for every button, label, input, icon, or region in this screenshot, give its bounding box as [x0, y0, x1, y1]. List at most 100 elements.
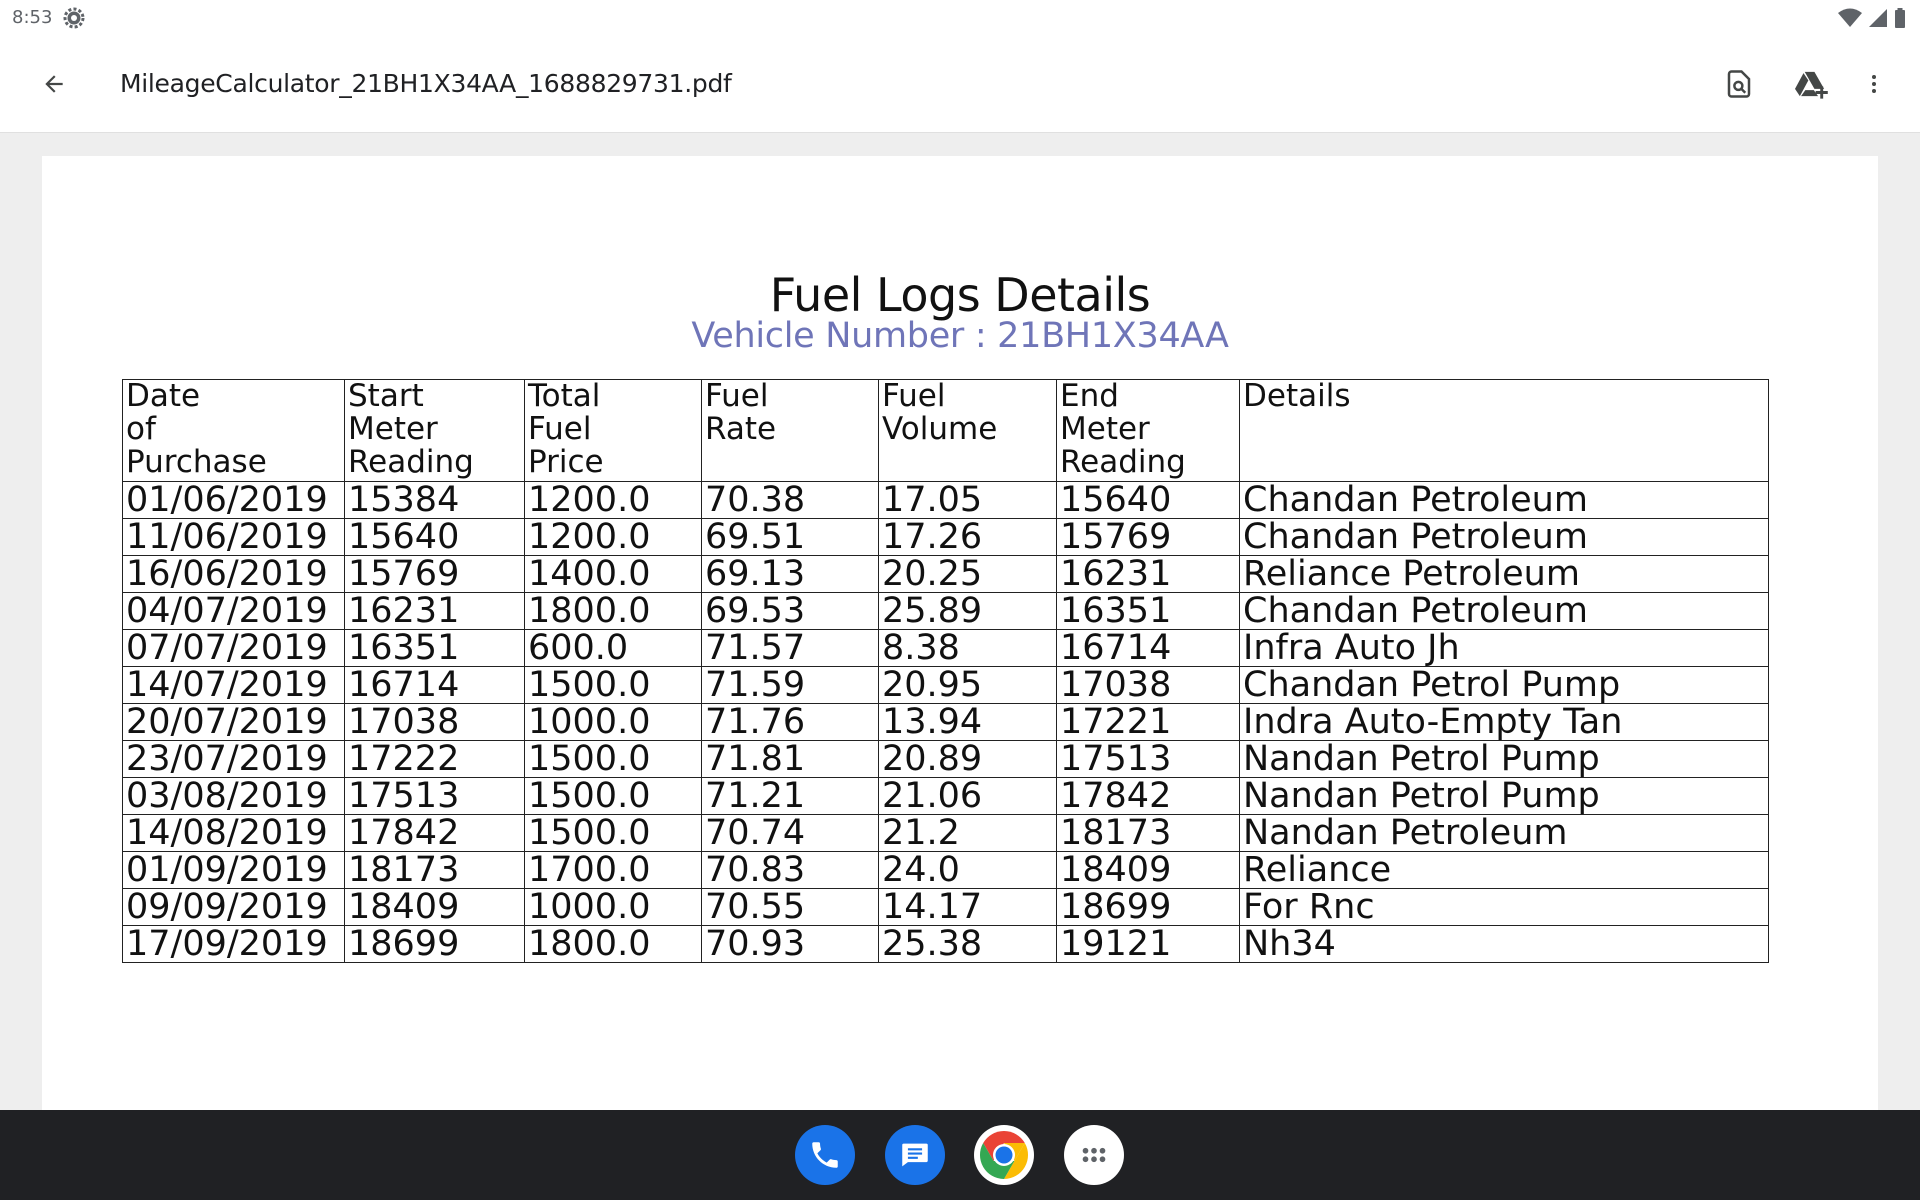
table-cell: Nandan Petrol Pump [1239, 777, 1769, 815]
find-in-document-icon [1727, 70, 1751, 98]
vehicle-number: Vehicle Number : 21BH1X34AA [691, 316, 1229, 356]
table-cell: Indra Auto-Empty Tan [1239, 703, 1769, 741]
table-cell: 20.89 [878, 740, 1057, 778]
table-cell: Chandan Petroleum [1239, 481, 1769, 519]
table-cell: 69.13 [701, 555, 879, 593]
table-cell: 11/06/2019 [122, 518, 345, 556]
table-cell: 14/07/2019 [122, 666, 345, 704]
table-cell: 1800.0 [524, 592, 702, 630]
table-cell: Nandan Petrol Pump [1239, 740, 1769, 778]
table-cell: 17038 [1056, 666, 1240, 704]
table-cell: 70.74 [701, 814, 879, 852]
table-cell: 25.38 [878, 925, 1057, 963]
table-cell: Chandan Petrol Pump [1239, 666, 1769, 704]
app-drawer-button[interactable] [1064, 1125, 1124, 1185]
table-cell: 70.93 [701, 925, 879, 963]
table-cell: 01/06/2019 [122, 481, 345, 519]
table-cell: 16231 [1056, 555, 1240, 593]
back-button[interactable] [32, 62, 76, 106]
table-cell: 1000.0 [524, 888, 702, 926]
document-title: MileageCalculator_21BH1X34AA_1688829731.… [120, 69, 732, 98]
table-cell: 17221 [1056, 703, 1240, 741]
table-cell: Chandan Petroleum [1239, 592, 1769, 630]
back-arrow-icon [45, 75, 63, 93]
table-cell: 20/07/2019 [122, 703, 345, 741]
table-cell: 17/09/2019 [122, 925, 345, 963]
table-row: 07/07/2019 16351 600.0 71.57 8.38 16714 Infra … [122, 629, 1769, 667]
table-cell: 1500.0 [524, 740, 702, 778]
add-to-drive-icon [1795, 71, 1828, 99]
table-cell: 600.0 [524, 629, 702, 667]
table-cell: 71.59 [701, 666, 879, 704]
app-bar: MileageCalculator_21BH1X34AA_1688829731.… [0, 36, 1920, 133]
table-row: 23/07/2019 17222 1500.0 71.81 20.89 17513 Nand… [122, 740, 1769, 778]
table-cell: 15769 [1056, 518, 1240, 556]
table-cell: 17038 [344, 703, 525, 741]
table-cell: 1200.0 [524, 481, 702, 519]
phone-icon [812, 1142, 838, 1168]
table-row: 01/09/2019 18173 1700.0 70.83 24.0 18409 Relia… [122, 851, 1769, 889]
table-cell: 03/08/2019 [122, 777, 345, 815]
table-cell: 21.2 [878, 814, 1057, 852]
table-cell: 24.0 [878, 851, 1057, 889]
table-row: 01/06/2019 15384 1200.0 70.38 17.05 15640 Chan… [122, 481, 1769, 519]
table-cell: 16714 [344, 666, 525, 704]
table-cell: 17842 [344, 814, 525, 852]
add-to-drive-button[interactable] [1788, 60, 1836, 108]
table-row: 14/08/2019 17842 1500.0 70.74 21.2 18173 Nanda… [122, 814, 1769, 852]
table-cell: 18173 [344, 851, 525, 889]
table-header-row: Date of Purchase Start Meter Reading Tot… [122, 379, 1769, 482]
fuel-log-table: Date of Purchase Start Meter Reading Tot… [122, 379, 1769, 963]
messages-icon [902, 1143, 928, 1167]
column-header: Start Meter Reading [344, 379, 525, 482]
table-cell: Nh34 [1239, 925, 1769, 963]
table-row: 14/07/2019 16714 1500.0 71.59 20.95 17038 Chan… [122, 666, 1769, 704]
more-options-button[interactable] [1850, 60, 1898, 108]
table-cell: 17222 [344, 740, 525, 778]
table-cell: 70.55 [701, 888, 879, 926]
table-cell: 04/07/2019 [122, 592, 345, 630]
column-header: Total Fuel Price [524, 379, 702, 482]
table-row: 16/06/2019 15769 1400.0 69.13 20.25 16231 Reli… [122, 555, 1769, 593]
table-cell: 70.83 [701, 851, 879, 889]
chrome-app-button[interactable] [974, 1125, 1034, 1185]
document-heading: Fuel Logs Details [769, 268, 1151, 322]
table-cell: 16/06/2019 [122, 555, 345, 593]
table-cell: 15769 [344, 555, 525, 593]
table-cell: Infra Auto Jh [1239, 629, 1769, 667]
table-cell: Reliance Petroleum [1239, 555, 1769, 593]
table-cell: 1500.0 [524, 777, 702, 815]
table-cell: 19121 [1056, 925, 1240, 963]
table-cell: 71.81 [701, 740, 879, 778]
table-cell: 16714 [1056, 629, 1240, 667]
column-header: End Meter Reading [1056, 379, 1240, 482]
phone-app-button[interactable] [795, 1125, 855, 1185]
table-cell: 17513 [1056, 740, 1240, 778]
pdf-viewer[interactable]: Fuel Logs Details Vehicle Number : 21BH1… [0, 133, 1920, 1110]
table-cell: 1700.0 [524, 851, 702, 889]
settings-gear-icon [63, 7, 85, 29]
table-body: 01/06/2019 15384 1200.0 70.38 17.05 15640 Chan… [122, 481, 1769, 963]
table-cell: 21.06 [878, 777, 1057, 815]
table-cell: 1500.0 [524, 666, 702, 704]
table-cell: 15640 [344, 518, 525, 556]
table-cell: 01/09/2019 [122, 851, 345, 889]
table-cell: 15640 [1056, 481, 1240, 519]
table-cell: 16351 [344, 629, 525, 667]
table-cell: 18699 [344, 925, 525, 963]
table-cell: 20.25 [878, 555, 1057, 593]
table-cell: 14/08/2019 [122, 814, 345, 852]
cell-signal-icon [1869, 9, 1887, 27]
status-icons [1838, 8, 1906, 28]
table-cell: 71.76 [701, 703, 879, 741]
table-row: 04/07/2019 16231 1800.0 69.53 25.89 16351 Chan… [122, 592, 1769, 630]
column-header: Details [1239, 379, 1769, 482]
table-cell: 16231 [344, 592, 525, 630]
find-in-document-button[interactable] [1715, 60, 1763, 108]
messages-app-button[interactable] [885, 1125, 945, 1185]
table-cell: 69.53 [701, 592, 879, 630]
table-cell: 13.94 [878, 703, 1057, 741]
battery-icon [1895, 8, 1905, 28]
table-row: 11/06/2019 15640 1200.0 69.51 17.26 15769 Chan… [122, 518, 1769, 556]
table-cell: 17.26 [878, 518, 1057, 556]
